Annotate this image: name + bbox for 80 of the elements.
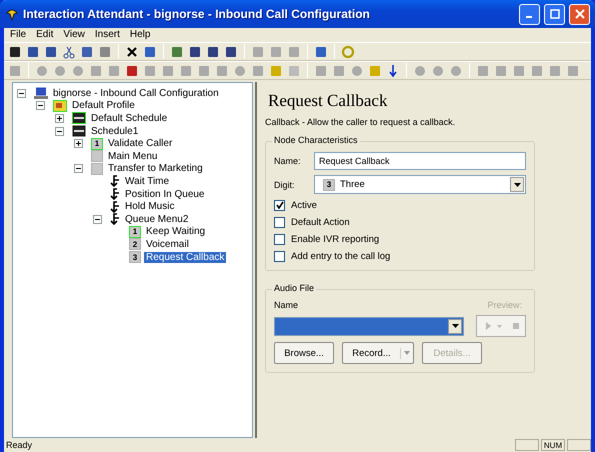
dropdown-arrow-icon	[452, 324, 458, 328]
checkbox[interactable]	[274, 216, 285, 228]
status-text: Ready	[6, 440, 34, 450]
menu-item[interactable]: Insert	[90, 28, 126, 42]
cross-icon[interactable]	[125, 44, 139, 58]
menu-item[interactable]: View	[59, 28, 91, 42]
expander-toggle[interactable]	[55, 114, 64, 123]
preview-controls[interactable]	[476, 315, 526, 337]
scissors-icon[interactable]	[62, 44, 76, 58]
plus-icon	[56, 114, 63, 122]
status-panel	[567, 439, 591, 451]
preview-label: Preview:	[487, 300, 522, 310]
dot-icon[interactable]	[53, 64, 67, 78]
dot-icon[interactable]	[71, 64, 85, 78]
expander-toggle[interactable]	[17, 88, 26, 98]
dot-icon[interactable]	[413, 64, 427, 78]
expander-toggle[interactable]	[55, 126, 64, 136]
dropdown-arrow-icon[interactable]	[401, 350, 413, 356]
tree-item[interactable]: Transfer to Marketing	[106, 163, 205, 174]
expander-toggle[interactable]	[74, 164, 83, 174]
digit-dropdown[interactable]: 3 Three	[314, 175, 526, 194]
tree-item[interactable]: Wait Time	[123, 176, 172, 187]
close-button[interactable]	[569, 4, 590, 24]
digit-badge: 1	[129, 226, 141, 238]
name-field[interactable]: Request Callback	[314, 152, 526, 170]
tree-item[interactable]: Default Profile	[70, 100, 137, 112]
menu-item[interactable]: Edit	[32, 28, 60, 42]
minimize-button[interactable]	[519, 4, 540, 24]
status-panel	[515, 439, 539, 451]
group-legend: Node Characteristics	[272, 135, 360, 145]
record-split-button[interactable]: Record...	[342, 342, 414, 364]
tree-item[interactable]: bignorse - Inbound Call Configuration	[51, 88, 221, 99]
dot-icon[interactable]	[233, 64, 247, 78]
digit-badge: 3	[129, 251, 141, 264]
dot-icon[interactable]	[449, 64, 463, 78]
circle-icon[interactable]	[350, 64, 364, 78]
tree-item[interactable]: Default Schedule	[89, 112, 170, 124]
tree-item[interactable]: Queue Menu2	[123, 214, 190, 225]
tree-item[interactable]: Position In Queue	[123, 188, 206, 200]
dot-icon[interactable]	[35, 64, 49, 78]
field-label: Name	[274, 300, 300, 310]
checkbox-label: Active	[291, 200, 317, 210]
tree-item[interactable]: Main Menu	[106, 150, 160, 162]
window-title: Interaction Attendant - bignorse - Inbound Call Configuration	[23, 7, 371, 21]
field-label: Digit:	[274, 180, 296, 190]
dropdown-arrow-icon	[514, 182, 520, 186]
digit-badge: 2	[129, 238, 141, 250]
menu-item[interactable]: File	[6, 28, 32, 42]
dropdown-value: Three	[340, 179, 365, 190]
node-title: Request Callback	[268, 91, 388, 111]
group-legend: Audio File	[272, 283, 316, 293]
close-icon	[574, 9, 584, 19]
expander-toggle[interactable]	[74, 139, 83, 148]
app-icon	[5, 7, 19, 21]
checkbox-label: Enable IVR reporting	[291, 234, 380, 244]
audio-name-dropdown[interactable]	[274, 316, 464, 336]
checkbox[interactable]	[274, 250, 285, 262]
checkbox-label: Add entry to the call log	[291, 250, 390, 262]
maximize-icon	[550, 9, 560, 19]
dot-icon[interactable]	[431, 64, 445, 78]
plus-icon	[75, 140, 82, 148]
num-lock-indicator: NUM	[541, 439, 565, 451]
checkbox-label: Default Action	[291, 216, 350, 228]
node-description: Callback - Allow the caller to request a callback.	[265, 117, 456, 127]
checkbox[interactable]	[274, 234, 285, 244]
digit-badge: 3	[323, 178, 335, 190]
expander-toggle[interactable]	[93, 214, 102, 224]
menu-item[interactable]: Help	[126, 28, 156, 42]
digit-badge: 1	[91, 138, 103, 150]
tree-item[interactable]: Voicemail	[144, 238, 191, 250]
field-label: Name:	[274, 156, 302, 166]
tree-item[interactable]: Validate Caller	[106, 138, 174, 150]
checkbox[interactable]	[274, 200, 285, 210]
maximize-button[interactable]	[544, 4, 565, 24]
tree-item[interactable]: Schedule1	[89, 126, 140, 137]
tree-item[interactable]: Keep Waiting	[144, 226, 208, 238]
expander-toggle[interactable]	[36, 101, 45, 110]
action-button[interactable]: Browse...	[274, 342, 334, 364]
tree-item[interactable]: Hold Music	[123, 201, 176, 212]
tree-item[interactable]: Request Callback	[144, 252, 226, 263]
